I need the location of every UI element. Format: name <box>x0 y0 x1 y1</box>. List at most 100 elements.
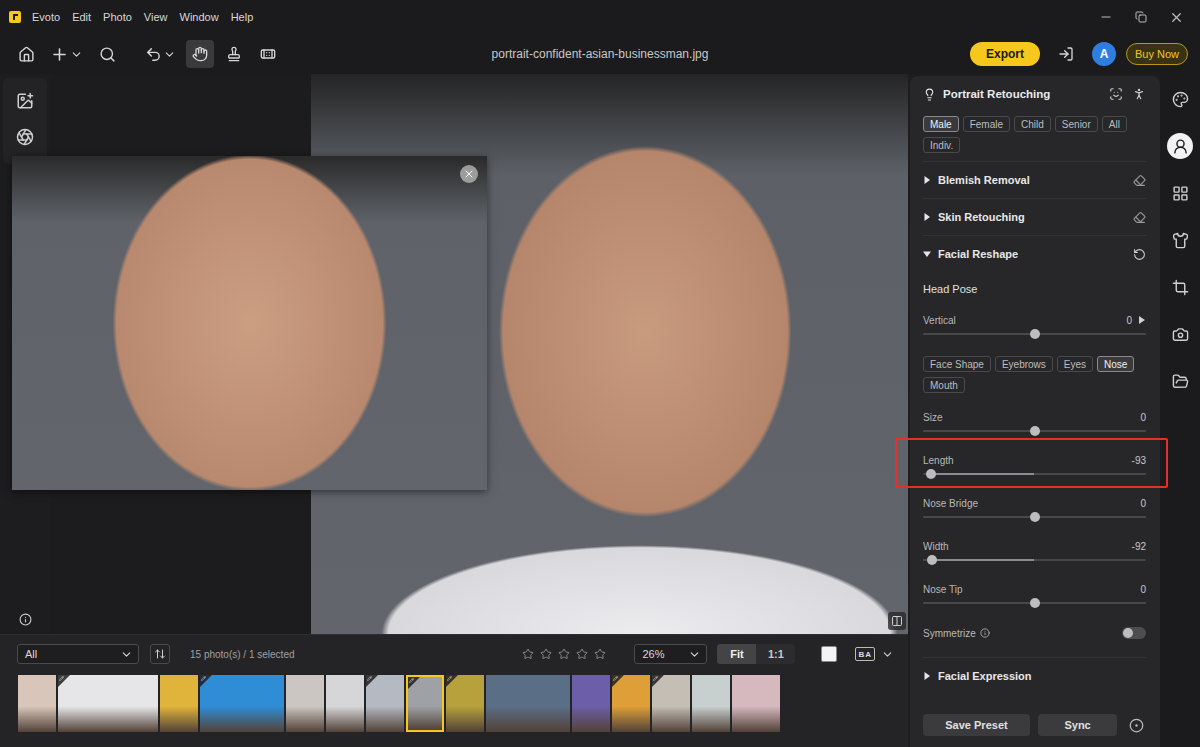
feature-tab[interactable]: Eyes <box>1057 356 1093 372</box>
thumbnail[interactable] <box>58 675 158 732</box>
rail-button[interactable] <box>1167 227 1193 253</box>
thumbnail[interactable] <box>406 675 444 732</box>
slider-thumb[interactable] <box>927 555 937 565</box>
tool-button[interactable] <box>220 40 248 68</box>
star-rating[interactable] <box>522 648 606 660</box>
slider-reading[interactable]: 0 <box>1140 584 1146 595</box>
thumbnail[interactable] <box>18 675 56 732</box>
slider-thumb[interactable] <box>1030 598 1040 608</box>
login-button[interactable] <box>1052 40 1080 68</box>
aperture-icon[interactable] <box>16 128 34 146</box>
thumbnail[interactable] <box>652 675 690 732</box>
rail-button[interactable] <box>1167 133 1193 159</box>
footer-button[interactable]: Save Preset <box>923 714 1030 736</box>
before-after-button[interactable]: BA <box>855 647 875 661</box>
thumbnail[interactable] <box>326 675 364 732</box>
menu-item[interactable]: Photo <box>99 11 138 23</box>
minimize-icon[interactable] <box>1099 10 1113 24</box>
preset-chip[interactable]: Indiv. <box>923 137 960 153</box>
thumbnail[interactable] <box>572 675 610 732</box>
thumbnail[interactable] <box>286 675 324 732</box>
expand-arrow-icon[interactable] <box>1138 315 1146 325</box>
slider-track[interactable] <box>923 424 1146 438</box>
sort-button[interactable] <box>150 644 170 664</box>
symmetrize-switch[interactable] <box>1122 627 1146 639</box>
preset-chip[interactable]: Female <box>963 116 1010 132</box>
star-icon[interactable] <box>522 648 534 660</box>
slider-track[interactable] <box>923 510 1146 524</box>
thumbnail[interactable] <box>446 675 484 732</box>
slider-track[interactable] <box>923 467 1146 481</box>
slider-thumb[interactable] <box>1030 329 1040 339</box>
slider-thumb[interactable] <box>1030 512 1040 522</box>
menu-item[interactable]: Help <box>227 11 260 23</box>
info-button[interactable] <box>19 613 32 626</box>
person-icon[interactable] <box>1132 87 1146 101</box>
slider-reading[interactable]: 0 <box>1140 498 1146 509</box>
rail-button[interactable] <box>1167 86 1193 112</box>
rail-button[interactable] <box>1167 180 1193 206</box>
rail-button[interactable] <box>1167 368 1193 394</box>
feature-tab[interactable]: Nose <box>1097 356 1134 372</box>
add-button[interactable] <box>46 40 87 68</box>
preset-chip[interactable]: Child <box>1014 116 1051 132</box>
menu-item[interactable]: Edit <box>68 11 97 23</box>
rail-button[interactable] <box>1167 274 1193 300</box>
slider-thumb[interactable] <box>926 469 936 479</box>
section-tool-button[interactable] <box>1133 174 1146 187</box>
slider-reading[interactable]: -92 <box>1132 541 1146 552</box>
user-avatar[interactable]: A <box>1092 42 1116 66</box>
preset-chip[interactable]: Senior <box>1055 116 1098 132</box>
menu-item[interactable]: Window <box>176 11 225 23</box>
slider-thumb[interactable] <box>1030 426 1040 436</box>
sync-settings-button[interactable] <box>1125 714 1147 736</box>
split-view-button[interactable] <box>888 612 906 630</box>
zoom-select[interactable]: 26% <box>634 644 707 664</box>
thumbnail[interactable] <box>732 675 780 732</box>
rail-button[interactable] <box>1167 321 1193 347</box>
section-header[interactable]: Skin Retouching <box>923 198 1146 235</box>
tool-button[interactable] <box>186 40 214 68</box>
slider-reading[interactable]: 0 <box>1126 315 1132 326</box>
scan-face-icon[interactable] <box>1109 87 1123 101</box>
preview-close-button[interactable] <box>460 165 478 183</box>
thumbnail[interactable] <box>486 675 570 732</box>
fit-mode-button[interactable]: Fit <box>717 644 756 664</box>
footer-button[interactable]: Sync <box>1038 714 1117 736</box>
tool-button[interactable] <box>254 40 282 68</box>
preset-chip[interactable]: Male <box>923 116 959 132</box>
filter-select[interactable]: All <box>17 644 139 664</box>
section-header[interactable]: Facial Expression <box>923 657 1146 694</box>
buy-button[interactable]: Buy Now <box>1126 43 1188 65</box>
compare-menu-button[interactable] <box>881 648 894 661</box>
home-button[interactable] <box>12 40 40 68</box>
export-button[interactable]: Export <box>970 42 1040 66</box>
slider-track[interactable] <box>923 327 1146 341</box>
star-icon[interactable] <box>540 648 552 660</box>
thumbnail[interactable] <box>366 675 404 732</box>
info-icon[interactable] <box>980 628 990 638</box>
menu-item[interactable]: View <box>140 11 174 23</box>
star-icon[interactable] <box>594 648 606 660</box>
slider-track[interactable] <box>923 553 1146 567</box>
section-header[interactable]: Blemish Removal <box>923 161 1146 198</box>
feature-tab[interactable]: Eyebrows <box>995 356 1053 372</box>
preset-chip[interactable]: All <box>1102 116 1127 132</box>
restore-icon[interactable] <box>1135 11 1147 23</box>
thumbnail[interactable] <box>160 675 198 732</box>
close-icon[interactable] <box>1169 10 1184 25</box>
star-icon[interactable] <box>576 648 588 660</box>
thumbnail[interactable] <box>200 675 284 732</box>
thumbnail[interactable] <box>692 675 730 732</box>
image-adjust-icon[interactable] <box>16 92 34 110</box>
reset-button[interactable] <box>1133 248 1146 261</box>
slider-track[interactable] <box>923 596 1146 610</box>
slider-reading[interactable]: 0 <box>1140 412 1146 423</box>
slider-reading[interactable]: -93 <box>1132 455 1146 466</box>
feature-tab[interactable]: Face Shape <box>923 356 991 372</box>
feature-tab[interactable]: Mouth <box>923 377 965 393</box>
fit-mode-button[interactable]: 1:1 <box>756 644 795 664</box>
undo-button[interactable] <box>141 40 180 68</box>
section-tool-button[interactable] <box>1133 211 1146 224</box>
section-header[interactable]: Facial Reshape <box>923 235 1146 272</box>
